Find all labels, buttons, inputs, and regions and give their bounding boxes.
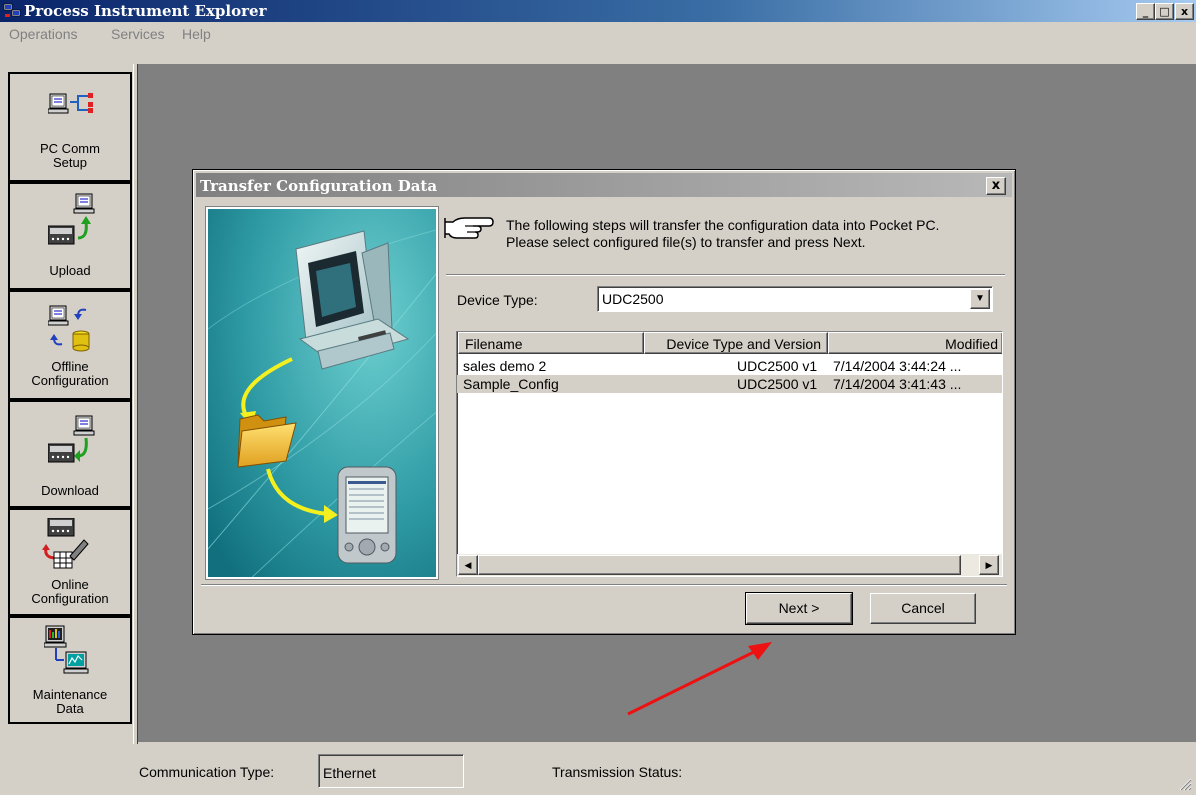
sidebar-label-offline: Offline (51, 359, 89, 374)
table-row[interactable]: sales demo 2 UDC2500 v1 7/14/2004 3:44:2… (457, 357, 1002, 375)
instruction-line-1: The following steps will transfer the co… (506, 217, 940, 233)
cancel-button-label: Cancel (901, 600, 945, 616)
sidebar-item-download[interactable]: Download (8, 400, 132, 508)
chevron-down-icon: ▼ (975, 293, 985, 304)
row-device: UDC2500 v1 (737, 376, 818, 392)
minimize-icon: _ (1142, 5, 1149, 18)
close-button[interactable]: x (1175, 3, 1194, 20)
menu-bar: Operations Services Help (0, 22, 1196, 46)
next-button-label: Next > (778, 600, 820, 616)
sidebar-label-maintenance: Maintenance (32, 687, 108, 702)
column-header-device-type[interactable]: Device Type and Version (644, 332, 828, 354)
dialog-close-button[interactable]: x (986, 177, 1006, 195)
window-title: Process Instrument Explorer (24, 2, 267, 20)
cancel-button[interactable]: Cancel (870, 593, 976, 624)
online-config-icon (42, 518, 89, 569)
resize-grip-icon[interactable] (1178, 777, 1192, 791)
next-button[interactable]: Next > (745, 592, 853, 625)
sidebar-item-offline-configuration[interactable]: Offline Configuration (8, 290, 132, 400)
sidebar-item-pc-comm-setup[interactable]: PC Comm Setup (8, 72, 132, 182)
menu-help[interactable]: Help (182, 26, 211, 42)
close-icon: x (991, 178, 1001, 193)
column-header-filename-label: Filename (465, 336, 523, 352)
sidebar-label-upload: Upload (49, 263, 91, 278)
sidebar-label-online: Online (51, 577, 89, 592)
row-modified: 7/14/2004 3:41:43 ... (833, 376, 962, 392)
sidebar-label-pc-comm: PC Comm (40, 141, 100, 156)
sidebar-label-setup: Setup (53, 155, 87, 170)
chevron-right-icon: ▶ (985, 560, 993, 570)
dialog-title: Transfer Configuration Data (200, 177, 438, 195)
pc-network-icon (48, 93, 93, 114)
offline-config-icon (48, 305, 90, 352)
sidebar-item-online-configuration[interactable]: Online Configuration (8, 508, 132, 616)
row-device: UDC2500 v1 (737, 358, 818, 374)
comm-type-value-box: Ethernet (318, 754, 464, 788)
sidebar-label-configuration: Configuration (31, 373, 109, 388)
sidebar-divider[interactable] (133, 64, 138, 744)
transmission-status-label: Transmission Status: (552, 764, 683, 780)
row-filename: sales demo 2 (463, 358, 547, 374)
comm-type-label: Communication Type: (139, 764, 275, 780)
table-row[interactable]: Sample_Config UDC2500 v1 7/14/2004 3:41:… (457, 375, 1002, 393)
download-icon (48, 415, 95, 463)
menu-operations[interactable]: Operations (9, 26, 77, 42)
minimize-button[interactable]: _ (1136, 3, 1155, 20)
column-header-device-type-label: Device Type and Version (666, 336, 821, 352)
separator (201, 584, 1007, 586)
row-modified: 7/14/2004 3:44:24 ... (833, 358, 962, 374)
file-list[interactable]: Filename Device Type and Version Modifie… (456, 331, 1003, 577)
device-type-label: Device Type: (457, 292, 538, 308)
scrollbar-thumb[interactable] (478, 555, 961, 575)
window-title-bar[interactable]: Process Instrument Explorer _ □ x (0, 0, 1196, 22)
transfer-configuration-dialog: Transfer Configuration Data x The follow… (192, 169, 1016, 635)
pointing-hand-icon (444, 217, 494, 239)
maintenance-icon (44, 625, 89, 674)
sidebar-label-download: Download (41, 483, 99, 498)
row-filename: Sample_Config (463, 376, 559, 392)
instruction-line-2: Please select configured file(s) to tran… (506, 234, 866, 250)
sidebar-item-maintenance-data[interactable]: Maintenance Data (8, 616, 132, 724)
comm-type-value: Ethernet (323, 765, 376, 781)
instruction-text: The following steps will transfer the co… (506, 217, 1006, 251)
horizontal-scrollbar[interactable]: ◀ ▶ (457, 554, 1002, 576)
status-bar: Communication Type: Ethernet Transmissio… (0, 744, 1196, 795)
sidebar-item-upload[interactable]: Upload (8, 182, 132, 290)
dropdown-button[interactable]: ▼ (970, 289, 990, 309)
dialog-title-bar[interactable]: Transfer Configuration Data x (196, 173, 1012, 197)
scroll-left-button[interactable]: ◀ (458, 555, 478, 575)
transfer-illustration (206, 207, 438, 579)
chevron-left-icon: ◀ (464, 560, 472, 570)
menu-services[interactable]: Services (111, 26, 165, 42)
scroll-right-button[interactable]: ▶ (979, 555, 999, 575)
maximize-button[interactable]: □ (1155, 3, 1174, 20)
transfer-illustration-image (208, 209, 436, 577)
upload-icon (48, 193, 95, 245)
device-type-value: UDC2500 (602, 291, 664, 307)
sidebar-label-configuration-2: Configuration (31, 591, 109, 606)
sidebar-label-data: Data (56, 701, 84, 716)
device-type-select[interactable]: UDC2500 ▼ (597, 286, 993, 312)
column-header-modified[interactable]: Modified (828, 332, 1002, 354)
column-header-filename[interactable]: Filename (458, 332, 644, 354)
annotation-arrow-icon (627, 642, 772, 716)
maximize-icon: □ (1159, 5, 1170, 18)
column-header-modified-label: Modified (945, 336, 998, 352)
separator (446, 274, 1005, 276)
close-icon: x (1180, 5, 1189, 18)
app-icon (3, 3, 21, 17)
